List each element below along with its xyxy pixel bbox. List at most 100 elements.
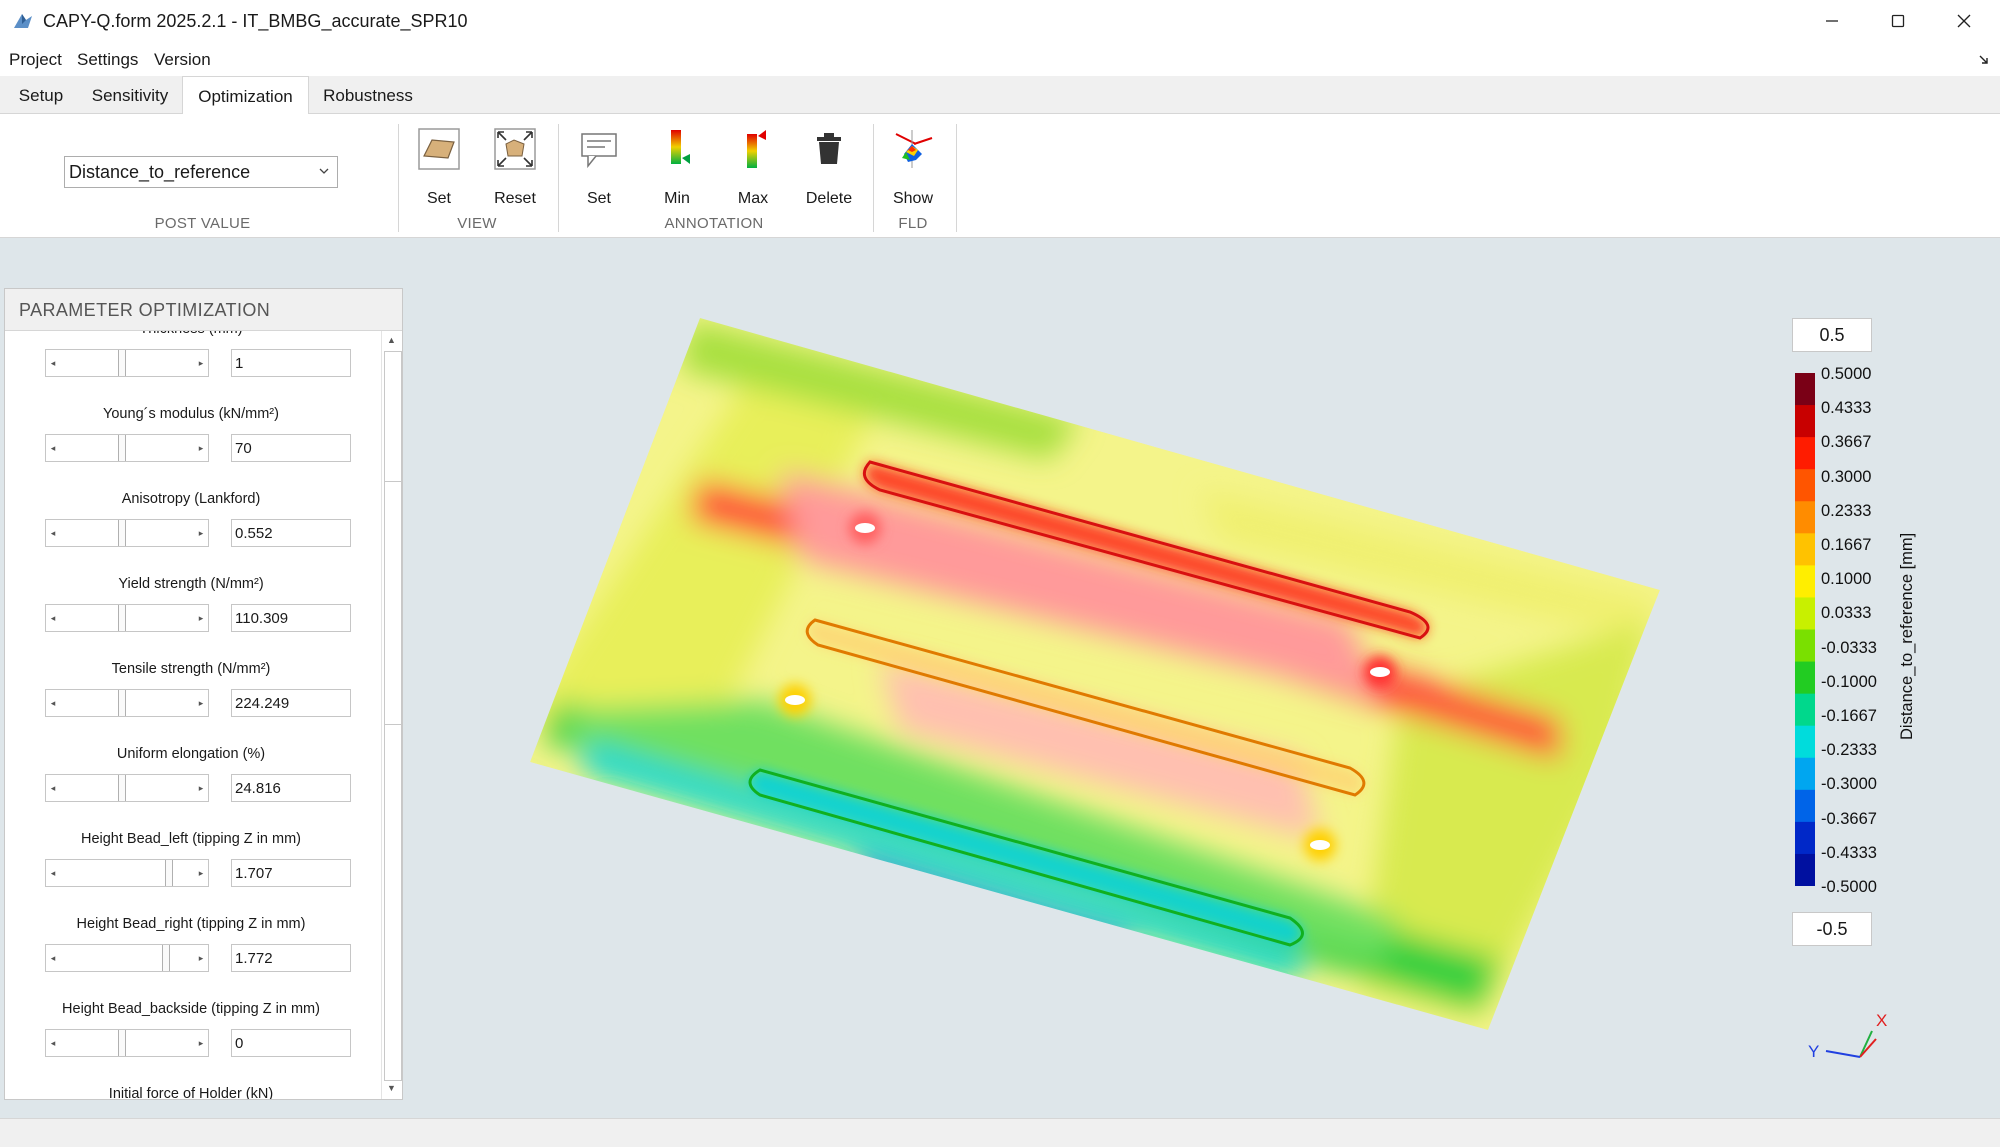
slider-left-arrow-icon[interactable]: ◂ (46, 605, 60, 631)
color-scale-band (1795, 437, 1815, 470)
scroll-up-icon[interactable]: ▲ (387, 335, 396, 345)
group-label-fld: FLD (898, 215, 928, 232)
param-value-input[interactable]: 0.552 (231, 519, 351, 547)
scroll-down-icon[interactable]: ▼ (387, 1083, 396, 1093)
slider-left-arrow-icon[interactable]: ◂ (46, 775, 60, 801)
slider-thumb[interactable] (162, 945, 170, 971)
annotation-min-button[interactable]: Min (642, 124, 712, 210)
menu-settings[interactable]: Settings (77, 50, 138, 70)
tab-robustness[interactable]: Robustness (309, 76, 427, 114)
annotation-max-label: Max (737, 190, 769, 207)
maximize-button[interactable] (1866, 0, 1930, 42)
color-scale-band (1795, 693, 1815, 727)
legend-tick-label: -0.2333 (1821, 741, 1877, 760)
x-axis-label: X (1876, 1011, 1887, 1030)
slider-right-arrow-icon[interactable]: ▸ (194, 605, 208, 631)
tab-sensitivity[interactable]: Sensitivity (78, 76, 182, 114)
slider-right-arrow-icon[interactable]: ▸ (194, 435, 208, 461)
slider-thumb[interactable] (118, 775, 126, 801)
param-value-input[interactable]: 70 (231, 434, 351, 462)
slider-right-arrow-icon[interactable]: ▸ (194, 1030, 208, 1056)
slider-thumb[interactable] (118, 350, 126, 376)
param-value-input[interactable]: 24.816 (231, 774, 351, 802)
param-value-input[interactable]: 1.707 (231, 859, 351, 887)
close-button[interactable] (1932, 0, 1996, 42)
slider-left-arrow-icon[interactable]: ◂ (46, 520, 60, 546)
color-scale-band (1795, 725, 1815, 759)
close-icon (1957, 14, 1971, 28)
legend-max-input[interactable]: 0.5 (1792, 318, 1872, 352)
slider-right-arrow-icon[interactable]: ▸ (194, 690, 208, 716)
color-scale-band (1795, 373, 1815, 406)
legend-tick-label: -0.1667 (1821, 707, 1877, 725)
post-value-dropdown[interactable]: Distance_to_reference (64, 156, 338, 188)
param-slider[interactable]: ◂ ▸ (45, 859, 209, 887)
param-value-input[interactable]: 110.309 (231, 604, 351, 632)
slider-left-arrow-icon[interactable]: ◂ (46, 1030, 60, 1056)
annotation-min-label: Min (664, 190, 690, 207)
param-slider[interactable]: ◂ ▸ (45, 689, 209, 717)
fld-show-button[interactable]: Show (878, 124, 948, 210)
param-label: Yield strength (N/mm²) (118, 576, 264, 592)
slider-thumb[interactable] (118, 690, 126, 716)
param-slider[interactable]: ◂ ▸ (45, 349, 209, 377)
tab-optimization[interactable]: Optimization (182, 76, 309, 115)
slider-thumb[interactable] (165, 860, 173, 886)
param-value-input[interactable]: 224.249 (231, 689, 351, 717)
view-reset-button[interactable]: Reset (480, 124, 550, 210)
slider-thumb[interactable] (118, 520, 126, 546)
color-scale-band (1795, 789, 1815, 823)
slider-thumb[interactable] (118, 435, 126, 461)
slider-right-arrow-icon[interactable]: ▸ (194, 350, 208, 376)
legend-tick-label: -0.3667 (1821, 809, 1877, 828)
slider-thumb[interactable] (118, 605, 126, 631)
collapse-ribbon-icon[interactable] (1978, 54, 1990, 66)
slider-right-arrow-icon[interactable]: ▸ (194, 945, 208, 971)
menu-version[interactable]: Version (154, 50, 211, 70)
param-slider[interactable]: ◂ ▸ (45, 604, 209, 632)
param-value-input[interactable]: 0 (231, 1029, 351, 1057)
slider-right-arrow-icon[interactable]: ▸ (194, 520, 208, 546)
group-label-view: VIEW (457, 215, 497, 232)
annotation-set-button[interactable]: Set (564, 124, 634, 210)
annotation-delete-button[interactable]: Delete (794, 124, 864, 210)
group-separator (558, 124, 559, 232)
slider-left-arrow-icon[interactable]: ◂ (46, 350, 60, 376)
menu-project[interactable]: Project (9, 50, 62, 70)
param-slider[interactable]: ◂ ▸ (45, 434, 209, 462)
annotation-set-label: Set (586, 190, 611, 207)
tab-setup[interactable]: Setup (4, 76, 78, 114)
param-slider[interactable]: ◂ ▸ (45, 519, 209, 547)
title-bar: CAPY-Q.form 2025.2.1 - IT_BMBG_accurate_… (0, 0, 2000, 42)
param-label: Tensile strength (N/mm²) (111, 661, 271, 677)
menu-bar: Project Settings Version (0, 42, 2000, 76)
slider-right-arrow-icon[interactable]: ▸ (194, 775, 208, 801)
param-label: Young´s modulus (kN/mm²) (103, 406, 279, 422)
slider-thumb[interactable] (118, 1030, 126, 1056)
color-scale-band (1795, 565, 1815, 599)
slider-left-arrow-icon[interactable]: ◂ (46, 690, 60, 716)
group-separator (956, 124, 957, 232)
color-scale-band (1795, 821, 1815, 855)
color-scale-band (1795, 405, 1815, 438)
annotation-max-button[interactable]: Max (718, 124, 788, 210)
slider-left-arrow-icon[interactable]: ◂ (46, 435, 60, 461)
param-value-input[interactable]: 1 (231, 349, 351, 377)
scrollbar-thumb[interactable] (384, 481, 402, 725)
slider-left-arrow-icon[interactable]: ◂ (46, 945, 60, 971)
view-set-button[interactable]: Set (404, 124, 474, 210)
legend-min-input[interactable]: -0.5 (1792, 912, 1872, 946)
slider-left-arrow-icon[interactable]: ◂ (46, 860, 60, 886)
vertical-scrollbar[interactable]: ▲ ▼ (381, 331, 402, 1099)
param-slider[interactable]: ◂ ▸ (45, 1029, 209, 1057)
color-scale-band (1795, 629, 1815, 663)
param-slider[interactable]: ◂ ▸ (45, 774, 209, 802)
slider-right-arrow-icon[interactable]: ▸ (194, 860, 208, 886)
panel-title: PARAMETER OPTIMIZATION (19, 300, 271, 320)
legend-tick-label: -0.5000 (1821, 878, 1877, 896)
annotation-delete-label: Delete (805, 190, 853, 207)
param-label: Anisotropy (Lankford) (121, 491, 261, 507)
minimize-button[interactable] (1800, 0, 1864, 42)
param-value-input[interactable]: 1.772 (231, 944, 351, 972)
param-slider[interactable]: ◂ ▸ (45, 944, 209, 972)
